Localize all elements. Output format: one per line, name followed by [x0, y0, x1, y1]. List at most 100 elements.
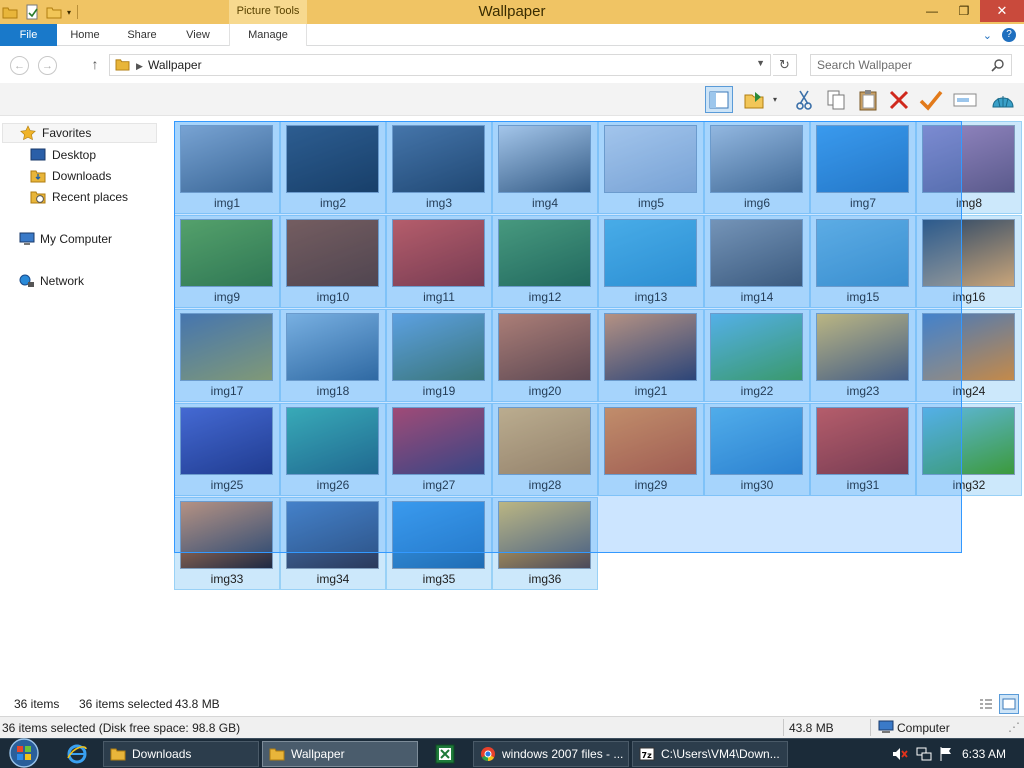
- file-item[interactable]: img7: [810, 121, 916, 214]
- file-item[interactable]: img19: [386, 309, 492, 402]
- file-item[interactable]: img28: [492, 403, 598, 496]
- preview-pane-icon[interactable]: [705, 86, 733, 113]
- file-item[interactable]: img9: [174, 215, 280, 308]
- tab-home[interactable]: Home: [62, 24, 108, 46]
- file-item[interactable]: img30: [704, 403, 810, 496]
- navigation-pane: Favorites Desktop Downloads Recent place…: [0, 117, 160, 693]
- move-to-folder-icon[interactable]: [742, 86, 766, 113]
- large-icons-view-icon[interactable]: [999, 694, 1019, 714]
- excel-icon[interactable]: [434, 743, 456, 765]
- file-item[interactable]: img36: [492, 497, 598, 590]
- file-name: img27: [422, 478, 456, 492]
- minimize-icon[interactable]: —: [916, 0, 948, 22]
- image-thumbnail: [286, 219, 379, 287]
- file-item[interactable]: img12: [492, 215, 598, 308]
- image-thumbnail: [392, 501, 485, 569]
- restore-icon[interactable]: ❐: [948, 0, 980, 22]
- search-icon[interactable]: [991, 58, 1005, 72]
- chevron-down-icon[interactable]: ▼: [756, 58, 765, 68]
- file-item[interactable]: img11: [386, 215, 492, 308]
- file-item[interactable]: img33: [174, 497, 280, 590]
- file-item[interactable]: img5: [598, 121, 704, 214]
- file-item[interactable]: img20: [492, 309, 598, 402]
- nav-recent-places[interactable]: Recent places: [30, 187, 155, 207]
- taskbar-downloads[interactable]: Downloads: [103, 741, 259, 767]
- cut-icon[interactable]: [790, 86, 818, 113]
- file-item[interactable]: img10: [280, 215, 386, 308]
- file-name: img19: [422, 384, 456, 398]
- details-view-icon[interactable]: [976, 694, 996, 714]
- delete-icon[interactable]: [885, 86, 913, 113]
- image-thumbnail: [922, 125, 1015, 193]
- taskbar-label: Downloads: [132, 747, 192, 761]
- forward-icon[interactable]: →: [38, 56, 57, 75]
- address-bar[interactable]: ▶ Wallpaper ▼: [109, 54, 771, 76]
- nav-my-computer[interactable]: My Computer: [19, 229, 155, 249]
- rename-icon[interactable]: [951, 86, 979, 113]
- file-name: img14: [740, 290, 774, 304]
- file-item[interactable]: img18: [280, 309, 386, 402]
- file-list[interactable]: img1 img2 img3 img4 img5 img6 img7 img8 img9 img1…: [160, 117, 1024, 693]
- resize-grip-icon[interactable]: ⋰: [1008, 720, 1020, 734]
- file-item[interactable]: img13: [598, 215, 704, 308]
- expand-ribbon-icon[interactable]: ⌄: [983, 29, 992, 42]
- file-item[interactable]: img1: [174, 121, 280, 214]
- image-thumbnail: [816, 125, 909, 193]
- nav-network[interactable]: Network: [19, 271, 155, 291]
- nav-desktop[interactable]: Desktop: [30, 145, 155, 165]
- help-icon[interactable]: ?: [1002, 28, 1016, 42]
- flag-icon[interactable]: [938, 746, 954, 762]
- file-item[interactable]: img31: [810, 403, 916, 496]
- file-item[interactable]: img25: [174, 403, 280, 496]
- back-icon[interactable]: ←: [10, 56, 29, 75]
- file-item[interactable]: img16: [916, 215, 1022, 308]
- tab-file[interactable]: File: [0, 24, 57, 46]
- clock[interactable]: 6:33 AM: [962, 747, 1006, 761]
- file-item[interactable]: img15: [810, 215, 916, 308]
- file-item[interactable]: img3: [386, 121, 492, 214]
- tab-manage[interactable]: Manage: [229, 24, 307, 46]
- nav-downloads[interactable]: Downloads: [30, 166, 155, 186]
- up-icon[interactable]: ↑: [86, 56, 104, 74]
- search-box[interactable]: [810, 54, 1012, 76]
- details-location: Computer: [897, 721, 950, 735]
- close-icon[interactable]: ✕: [980, 0, 1024, 22]
- file-item[interactable]: img23: [810, 309, 916, 402]
- file-item[interactable]: img21: [598, 309, 704, 402]
- search-input[interactable]: [817, 57, 982, 73]
- file-item[interactable]: img4: [492, 121, 598, 214]
- breadcrumb-wallpaper[interactable]: Wallpaper: [148, 58, 202, 72]
- file-item[interactable]: img17: [174, 309, 280, 402]
- shell-icon[interactable]: [989, 86, 1017, 113]
- file-name: img6: [743, 196, 770, 210]
- file-item[interactable]: img29: [598, 403, 704, 496]
- file-item[interactable]: img27: [386, 403, 492, 496]
- file-item[interactable]: img6: [704, 121, 810, 214]
- paste-icon[interactable]: [854, 86, 882, 113]
- start-orb-icon[interactable]: [4, 737, 44, 768]
- taskbar-wallpaper[interactable]: Wallpaper: [262, 741, 418, 767]
- file-item[interactable]: img2: [280, 121, 386, 214]
- internet-explorer-icon[interactable]: [66, 743, 88, 765]
- file-item[interactable]: img32: [916, 403, 1022, 496]
- checkmark-icon[interactable]: [917, 86, 945, 113]
- refresh-icon[interactable]: ↻: [773, 54, 797, 76]
- file-item[interactable]: img14: [704, 215, 810, 308]
- nav-label: Favorites: [42, 126, 92, 140]
- file-item[interactable]: img35: [386, 497, 492, 590]
- taskbar-chrome[interactable]: windows 2007 files - ...: [473, 741, 629, 767]
- tab-share[interactable]: Share: [120, 24, 164, 46]
- network-tray-icon[interactable]: [916, 746, 932, 762]
- file-item[interactable]: img22: [704, 309, 810, 402]
- tab-view[interactable]: View: [176, 24, 220, 46]
- nav-favorites[interactable]: Favorites: [2, 123, 157, 143]
- chevron-down-icon[interactable]: ▾: [766, 86, 784, 113]
- taskbar-7zip[interactable]: 7z C:\Users\VM4\Down...: [632, 741, 788, 767]
- breadcrumb-arrow-icon[interactable]: ▶: [136, 57, 143, 75]
- file-item[interactable]: img26: [280, 403, 386, 496]
- file-item[interactable]: img24: [916, 309, 1022, 402]
- file-item[interactable]: img8: [916, 121, 1022, 214]
- volume-muted-icon[interactable]: [892, 746, 908, 762]
- copy-icon[interactable]: [822, 86, 850, 113]
- file-item[interactable]: img34: [280, 497, 386, 590]
